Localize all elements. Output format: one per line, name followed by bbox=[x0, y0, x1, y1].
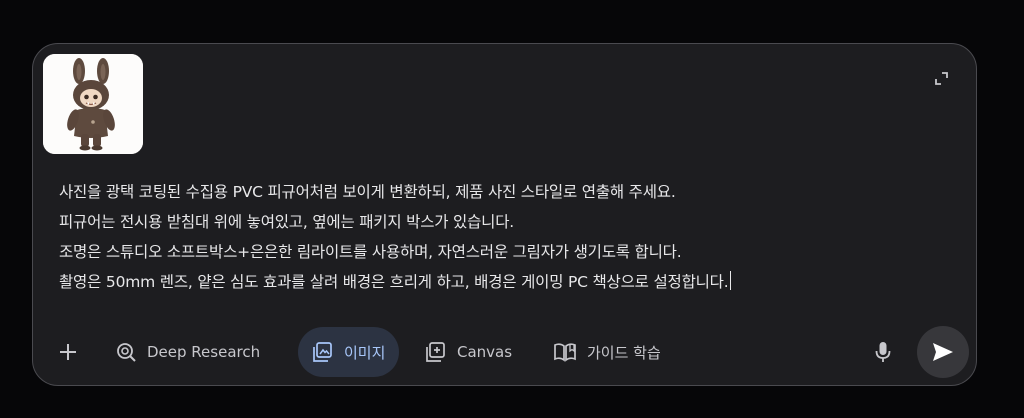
prompt-line-last: 촬영은 50mm 렌즈, 얕은 심도 효과를 살려 배경은 흐리게 하고, 배경… bbox=[59, 267, 939, 297]
composer-toolbar: Deep Research 이미지 Canvas 가이드 학습 bbox=[33, 326, 976, 378]
prompt-line: 사진을 광택 코팅된 수집용 PVC 피규어처럼 보이게 변환하되, 제품 사진… bbox=[59, 183, 676, 201]
canvas-label: Canvas bbox=[457, 343, 513, 361]
plush-toy-image bbox=[43, 54, 143, 154]
prompt-textarea[interactable]: 사진을 광택 코팅된 수집용 PVC 피규어처럼 보이게 변환하되, 제품 사진… bbox=[59, 177, 939, 297]
deep-research-label: Deep Research bbox=[147, 343, 261, 361]
attachment-thumbnail[interactable] bbox=[43, 54, 143, 154]
image-label: 이미지 bbox=[344, 343, 386, 362]
microphone-button[interactable] bbox=[871, 327, 895, 377]
deep-research-button[interactable]: Deep Research bbox=[115, 327, 260, 377]
canvas-button[interactable]: Canvas bbox=[425, 327, 512, 377]
guided-learning-button[interactable]: 가이드 학습 bbox=[553, 327, 661, 377]
send-icon bbox=[933, 343, 953, 361]
send-button[interactable] bbox=[917, 326, 969, 378]
prompt-line: 피규어는 전시용 받침대 위에 놓여있고, 옆에는 패키지 박스가 있습니다. bbox=[59, 213, 515, 231]
prompt-line: 조명은 스튜디오 소프트박스+은은한 림라이트를 사용하며, 자연스러운 그림자… bbox=[59, 243, 682, 261]
prompt-line-text: 촬영은 50mm 렌즈, 얕은 심도 효과를 살려 배경은 흐리게 하고, 배경… bbox=[59, 273, 729, 291]
prompt-composer: 사진을 광택 코팅된 수집용 PVC 피규어처럼 보이게 변환하되, 제품 사진… bbox=[32, 43, 977, 386]
guided-learning-label: 가이드 학습 bbox=[587, 343, 661, 362]
image-icon bbox=[313, 342, 332, 362]
microphone-icon bbox=[875, 342, 891, 362]
text-caret bbox=[730, 271, 732, 290]
plus-icon bbox=[60, 344, 76, 360]
add-button[interactable] bbox=[55, 327, 81, 377]
book-icon bbox=[554, 343, 576, 362]
expand-icon[interactable] bbox=[931, 68, 953, 90]
image-button[interactable]: 이미지 bbox=[298, 327, 400, 377]
deep-research-icon bbox=[117, 343, 136, 362]
canvas-icon bbox=[426, 342, 445, 362]
